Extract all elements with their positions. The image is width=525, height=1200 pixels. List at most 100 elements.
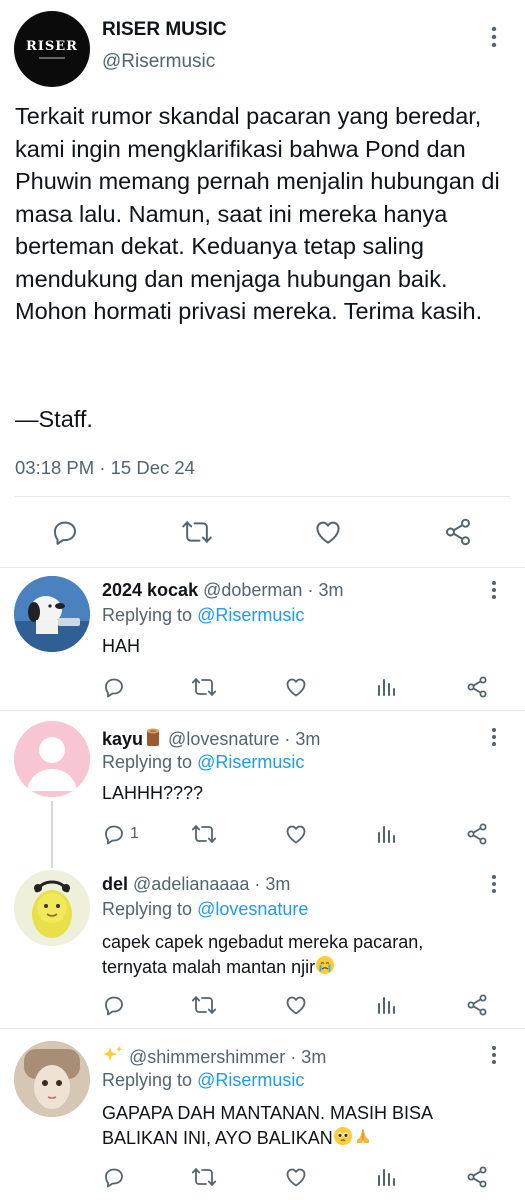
snoopy-avatar-image xyxy=(14,576,90,652)
like-icon xyxy=(316,521,340,544)
reply-display-name[interactable]: del xyxy=(102,874,128,894)
avatar[interactable] xyxy=(14,870,90,946)
retweet-icon xyxy=(191,1168,217,1186)
share-icon xyxy=(446,518,470,546)
analytics-icon xyxy=(378,679,395,696)
more-options-icon[interactable] xyxy=(484,24,504,50)
reply-action-bar xyxy=(0,1162,525,1192)
reply-item[interactable]: kayu @lovesnature · 3m Replying to @Rise… xyxy=(0,711,525,868)
reply-text: GAPAPA DAH MANTANAN. MASIH BISA BALIKAN … xyxy=(102,1103,433,1148)
reply-button[interactable] xyxy=(45,512,85,552)
pleading-face-emoji xyxy=(333,1127,352,1145)
retweet-button[interactable] xyxy=(191,819,217,849)
reply-item[interactable]: 2024 kocak @doberman · 3m Replying to @R… xyxy=(0,568,525,710)
reply-handle[interactable]: @shimmershimmer xyxy=(129,1047,285,1067)
tweet-timestamp[interactable]: 03:18 PM · 15 Dec 24 xyxy=(15,457,195,479)
replying-to-link[interactable]: @lovesnature xyxy=(197,899,308,919)
reply-text: HAH xyxy=(102,636,141,656)
riser-logo-text: RISER xyxy=(26,39,78,54)
reply-display-name[interactable]: 2024 kocak xyxy=(102,580,198,600)
replying-to-link[interactable]: @Risermusic xyxy=(197,605,304,625)
yellow-character-avatar-image xyxy=(14,870,90,946)
retweet-button[interactable] xyxy=(191,990,217,1020)
reply-header: 2024 kocak @doberman · 3m xyxy=(102,580,343,601)
tweet-signature: —Staff. xyxy=(15,406,93,432)
reply-handle[interactable]: @adelianaaaa xyxy=(133,874,249,894)
share-button[interactable] xyxy=(465,1162,489,1192)
replying-to: Replying to @lovesnature xyxy=(102,899,308,920)
like-icon xyxy=(286,996,306,1015)
replying-prefix: Replying to xyxy=(102,1070,198,1090)
like-button[interactable] xyxy=(284,1162,308,1192)
replying-to-link[interactable]: @Risermusic xyxy=(197,1070,304,1090)
analytics-icon xyxy=(378,826,395,843)
share-button[interactable] xyxy=(465,819,489,849)
analytics-button[interactable] xyxy=(376,819,398,849)
reply-button[interactable]: 1 xyxy=(102,819,139,849)
avatar[interactable] xyxy=(14,576,90,652)
wood-emoji xyxy=(147,728,160,746)
replying-prefix: Replying to xyxy=(102,899,198,919)
avatar[interactable] xyxy=(14,1041,90,1117)
share-icon xyxy=(467,676,487,698)
replying-prefix: Replying to xyxy=(102,752,198,772)
analytics-button[interactable] xyxy=(376,672,398,702)
replying-to: Replying to @Risermusic xyxy=(102,605,304,626)
more-options-icon[interactable] xyxy=(484,1043,504,1067)
analytics-icon xyxy=(378,997,395,1014)
reply-display-name[interactable]: kayu xyxy=(102,729,143,749)
reply-action-bar xyxy=(0,672,525,702)
reply-item[interactable]: @shimmershimmer · 3m Replying to @Riserm… xyxy=(0,1029,525,1200)
more-options-icon[interactable] xyxy=(484,578,504,602)
replying-to: Replying to @Risermusic xyxy=(102,1070,304,1091)
retweet-button[interactable] xyxy=(191,1162,217,1192)
reply-time: · 3m xyxy=(290,1047,327,1067)
analytics-button[interactable] xyxy=(376,990,398,1020)
reply-button[interactable] xyxy=(102,672,130,702)
main-display-name[interactable]: RISER MUSIC xyxy=(102,19,227,41)
tweet-text: Terkait rumor skandal pacaran yang bered… xyxy=(15,103,500,324)
like-button[interactable] xyxy=(308,512,348,552)
reply-time: · 3m xyxy=(307,580,344,600)
share-button[interactable] xyxy=(465,990,489,1020)
more-options-icon[interactable] xyxy=(484,725,504,749)
reply-time: · 3m xyxy=(254,874,291,894)
reply-icon xyxy=(105,996,123,1016)
analytics-button[interactable] xyxy=(376,1162,398,1192)
share-icon xyxy=(467,994,487,1016)
reply-text-wrap: GAPAPA DAH MANTANAN. MASIH BISA BALIKAN … xyxy=(102,1101,482,1151)
retweet-button[interactable] xyxy=(191,672,217,702)
reply-icon xyxy=(105,678,123,698)
like-icon xyxy=(286,678,306,697)
logo-underline xyxy=(39,57,65,59)
face-avatar-image xyxy=(14,1041,90,1117)
share-button[interactable] xyxy=(465,672,489,702)
reply-handle[interactable]: @lovesnature xyxy=(168,729,279,749)
retweet-icon xyxy=(191,678,217,696)
replying-to-link[interactable]: @Risermusic xyxy=(197,752,304,772)
crying-face-emoji xyxy=(316,956,335,974)
reply-count: 1 xyxy=(130,825,139,842)
like-button[interactable] xyxy=(284,990,308,1020)
like-button[interactable] xyxy=(284,819,308,849)
reply-item[interactable]: del @adelianaaaa · 3m Replying to @loves… xyxy=(0,858,525,1028)
folded-hands-emoji xyxy=(356,1129,369,1143)
sparkles-emoji xyxy=(103,1046,122,1061)
main-handle[interactable]: @Risermusic xyxy=(102,51,215,73)
reply-header: @shimmershimmer · 3m xyxy=(102,1045,326,1068)
riser-music-avatar[interactable]: RISER xyxy=(14,11,90,87)
like-button[interactable] xyxy=(284,672,308,702)
reply-time: · 3m xyxy=(284,729,321,749)
reply-button[interactable] xyxy=(102,990,130,1020)
reply-button[interactable] xyxy=(102,1162,130,1192)
main-tweet: RISER RISER MUSIC @Risermusic Terkait ru… xyxy=(0,0,525,568)
more-options-icon[interactable] xyxy=(484,872,504,896)
avatar[interactable] xyxy=(14,721,90,797)
share-icon xyxy=(467,1166,487,1188)
reply-icon xyxy=(105,825,123,845)
share-button[interactable] xyxy=(438,512,478,552)
reply-handle[interactable]: @doberman xyxy=(203,580,302,600)
default-avatar-image xyxy=(14,721,90,797)
reply-text-wrap: capek capek ngebadut mereka pacaran, ter… xyxy=(102,930,462,980)
retweet-button[interactable] xyxy=(177,512,217,552)
